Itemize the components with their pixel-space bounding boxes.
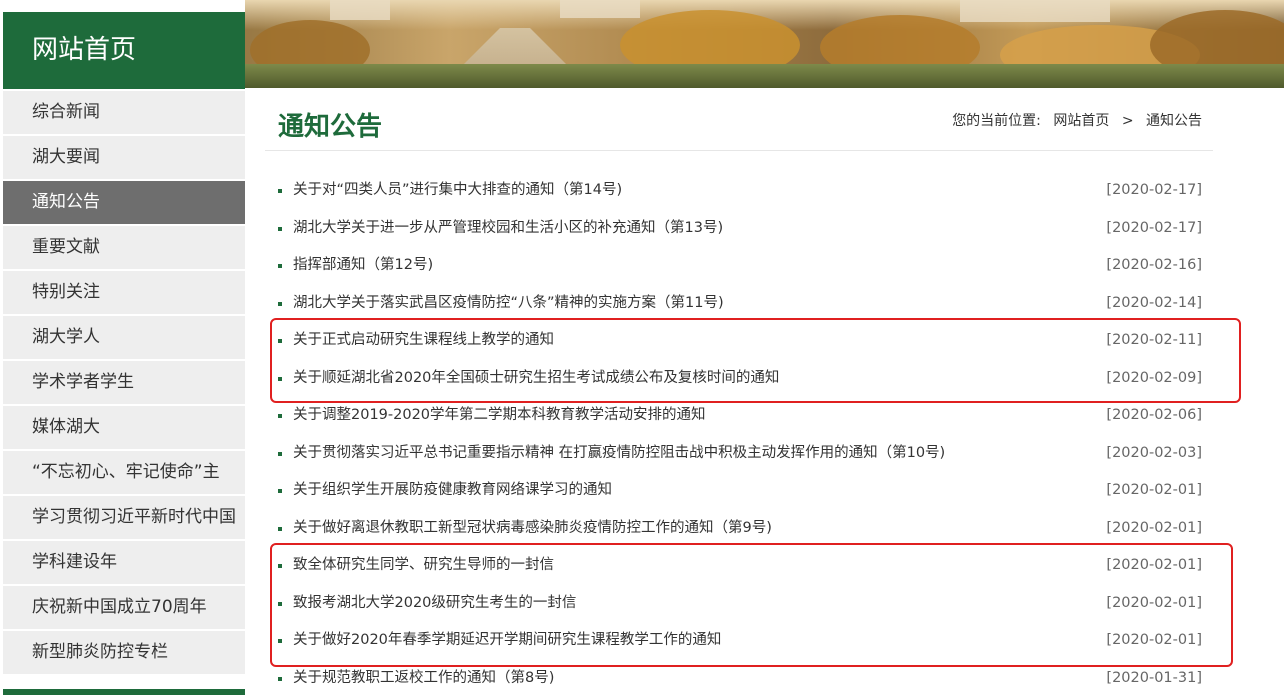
notice-link[interactable]: 指挥部通知（第12号) [293,247,433,285]
notice-link[interactable]: 关于对“四类人员”进行集中大排查的通知（第14号) [293,172,622,210]
sidebar-item[interactable]: “不忘初心、牢记使命”主 [3,451,245,494]
sidebar-item[interactable]: 新型肺炎防控专栏 [3,631,245,674]
list-item: 指挥部通知（第12号) [2020-02-16] [278,247,1202,285]
highlight-box [270,543,1233,667]
list-item: 关于贯彻落实习近平总书记重要指示精神 在打赢疫情防控阻击战中积极主动发挥作用的通… [278,435,1202,473]
breadcrumb-home-link[interactable]: 网站首页 [1053,113,1109,129]
highlight-box [270,318,1241,403]
breadcrumb-prefix: 您的当前位置: [952,113,1041,129]
sidebar-title-home[interactable]: 网站首页 [3,12,245,89]
breadcrumb-current-link[interactable]: 通知公告 [1146,113,1202,129]
notice-date: [2020-02-17] [1106,210,1202,248]
notice-link[interactable]: 关于贯彻落实习近平总书记重要指示精神 在打赢疫情防控阻击战中积极主动发挥作用的通… [293,435,945,473]
notice-date: [2020-02-01] [1106,472,1202,510]
bullet-icon [278,227,282,231]
sidebar-item[interactable]: 学术学者学生 [3,361,245,404]
notice-date: [2020-02-03] [1106,435,1202,473]
bullet-icon [278,264,282,268]
bullet-icon [278,452,282,456]
sidebar-item[interactable]: 重要文献 [3,226,245,269]
breadcrumb-separator: > [1122,113,1134,129]
notice-link[interactable]: 关于做好离退休教职工新型冠状病毒感染肺炎疫情防控工作的通知（第9号) [293,510,772,548]
list-item: 关于做好离退休教职工新型冠状病毒感染肺炎疫情防控工作的通知（第9号) [2020-… [278,510,1202,548]
sidebar-item[interactable]: 湖大学人 [3,316,245,359]
notice-link[interactable]: 湖北大学关于落实武昌区疫情防控“八条”精神的实施方案（第11号) [293,285,724,323]
notice-date: [2020-02-16] [1106,247,1202,285]
sidebar-item[interactable]: 湖大要闻 [3,136,245,179]
sidebar-item[interactable]: 媒体湖大 [3,406,245,449]
bullet-icon [278,527,282,531]
sidebar: 网站首页 综合新闻湖大要闻通知公告重要文献特别关注湖大学人学术学者学生媒体湖大“… [0,0,245,695]
list-item: 湖北大学关于落实武昌区疫情防控“八条”精神的实施方案（第11号) [2020-02… [278,285,1202,323]
sidebar-item[interactable]: 特别关注 [3,271,245,314]
sidebar-item[interactable]: 综合新闻 [3,91,245,134]
list-item: 关于组织学生开展防疫健康教育网络课学习的通知 [2020-02-01] [278,472,1202,510]
notice-date: [2020-02-17] [1106,172,1202,210]
bullet-icon [278,489,282,493]
notice-link[interactable]: 湖北大学关于进一步从严管理校园和生活小区的补充通知（第13号) [293,210,723,248]
sidebar-footer-bar [3,689,245,695]
list-item: 湖北大学关于进一步从严管理校园和生活小区的补充通知（第13号) [2020-02-… [278,210,1202,248]
breadcrumb: 您的当前位置: 网站首页 > 通知公告 [952,110,1202,130]
notice-date: [2020-02-14] [1106,285,1202,323]
bullet-icon [278,302,282,306]
bullet-icon [278,677,282,681]
bullet-icon [278,414,282,418]
sidebar-item[interactable]: 庆祝新中国成立70周年 [3,586,245,629]
sidebar-menu: 综合新闻湖大要闻通知公告重要文献特别关注湖大学人学术学者学生媒体湖大“不忘初心、… [3,91,245,676]
title-divider [265,150,1213,151]
bullet-icon [278,189,282,193]
sidebar-item[interactable]: 通知公告 [3,181,245,224]
page-title: 通知公告 [278,106,382,143]
list-item: 关于对“四类人员”进行集中大排查的通知（第14号) [2020-02-17] [278,172,1202,210]
notice-date: [2020-02-01] [1106,510,1202,548]
notice-link[interactable]: 关于组织学生开展防疫健康教育网络课学习的通知 [293,472,612,510]
sidebar-item[interactable]: 学习贯彻习近平新时代中国 [3,496,245,539]
sidebar-item[interactable]: 学科建设年 [3,541,245,584]
